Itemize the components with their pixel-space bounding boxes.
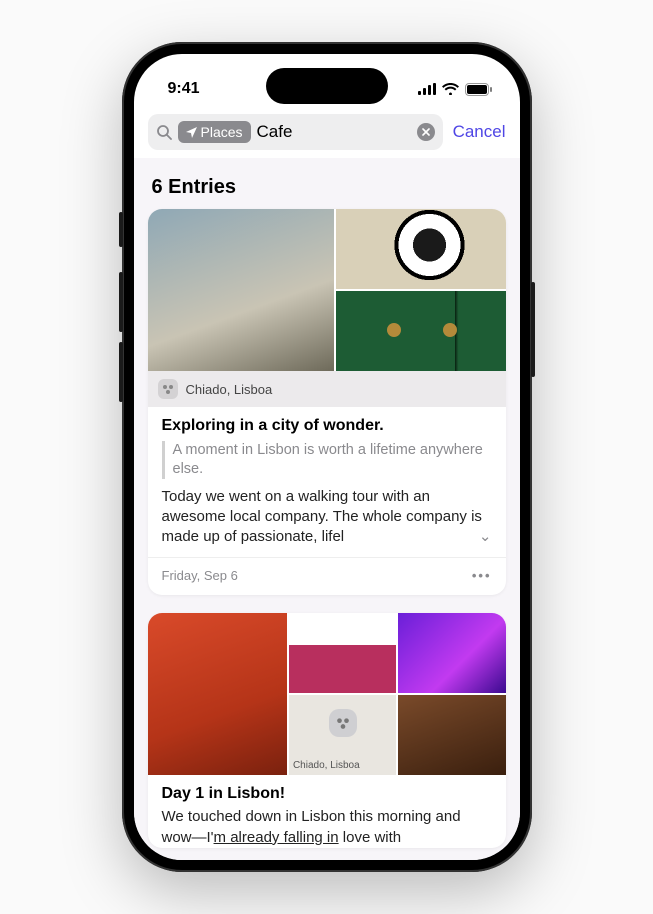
entry-quote: A moment in Lisbon is worth a lifetime a…	[162, 441, 492, 479]
cancel-button[interactable]: Cancel	[453, 122, 506, 142]
side-button	[119, 212, 123, 247]
entry-date: Friday, Sep 6	[162, 568, 238, 583]
side-button	[119, 342, 123, 402]
status-time: 9:41	[168, 80, 200, 98]
x-icon	[422, 128, 430, 136]
search-icon	[156, 124, 172, 140]
entry-photo	[398, 613, 505, 693]
location-pin-icon	[158, 379, 178, 399]
clear-search-button[interactable]	[417, 123, 435, 141]
entry-photo-collage: Chiado, Lisboa	[148, 613, 506, 775]
search-query-text: Cafe	[257, 122, 293, 142]
map-label: Chiado, Lisboa	[293, 760, 392, 771]
dynamic-island	[266, 68, 388, 104]
side-button	[531, 282, 535, 377]
entry-title: Exploring in a city of wonder.	[162, 417, 492, 435]
entry-map-tile[interactable]: Chiado, Lisboa	[289, 695, 396, 775]
wifi-icon	[442, 83, 459, 95]
search-row: Places Cafe Cancel	[134, 110, 520, 158]
search-filter-chip[interactable]: Places	[178, 121, 251, 143]
phone-frame: 9:41 Places Cafe Cancel	[122, 42, 532, 872]
entry-body: Day 1 in Lisbon! We touched down in Lisb…	[148, 775, 506, 848]
chevron-down-icon[interactable]: ⌄	[473, 527, 492, 547]
entry-text: Today we went on a walking tour with an …	[162, 487, 492, 548]
entry-body: Exploring in a city of wonder. A moment …	[148, 407, 506, 547]
location-bar[interactable]: Chiado, Lisboa	[148, 371, 506, 407]
entry-photo	[148, 209, 334, 371]
entry-photo	[398, 695, 505, 775]
filter-label: Places	[201, 124, 243, 140]
entry-photo	[336, 291, 506, 371]
results-heading: 6 Entries	[148, 158, 506, 209]
entry-footer: Friday, Sep 6 •••	[148, 557, 506, 595]
search-field[interactable]: Places Cafe	[148, 114, 443, 150]
map-pin-icon	[329, 709, 357, 737]
status-indicators	[418, 83, 492, 96]
battery-icon	[465, 83, 492, 96]
entry-title: Day 1 in Lisbon!	[162, 785, 492, 803]
more-button[interactable]: •••	[472, 568, 492, 583]
entry-text: We touched down in Lisbon this morning a…	[162, 807, 492, 848]
entry-photo	[289, 613, 396, 693]
journal-entry-card[interactable]: Chiado, Lisboa Exploring in a city of wo…	[148, 209, 506, 595]
entry-photo	[148, 613, 287, 775]
screen: 9:41 Places Cafe Cancel	[134, 54, 520, 860]
journal-entry-card[interactable]: Chiado, Lisboa Day 1 in Lisbon! We touch…	[148, 613, 506, 848]
location-arrow-icon	[186, 127, 197, 138]
entry-photo-collage	[148, 209, 506, 371]
cellular-icon	[418, 83, 436, 95]
entry-photo	[336, 209, 506, 289]
results-content[interactable]: 6 Entries Chiado, Lisboa Exploring in a …	[134, 158, 520, 860]
location-label: Chiado, Lisboa	[186, 382, 273, 397]
side-button	[119, 272, 123, 332]
